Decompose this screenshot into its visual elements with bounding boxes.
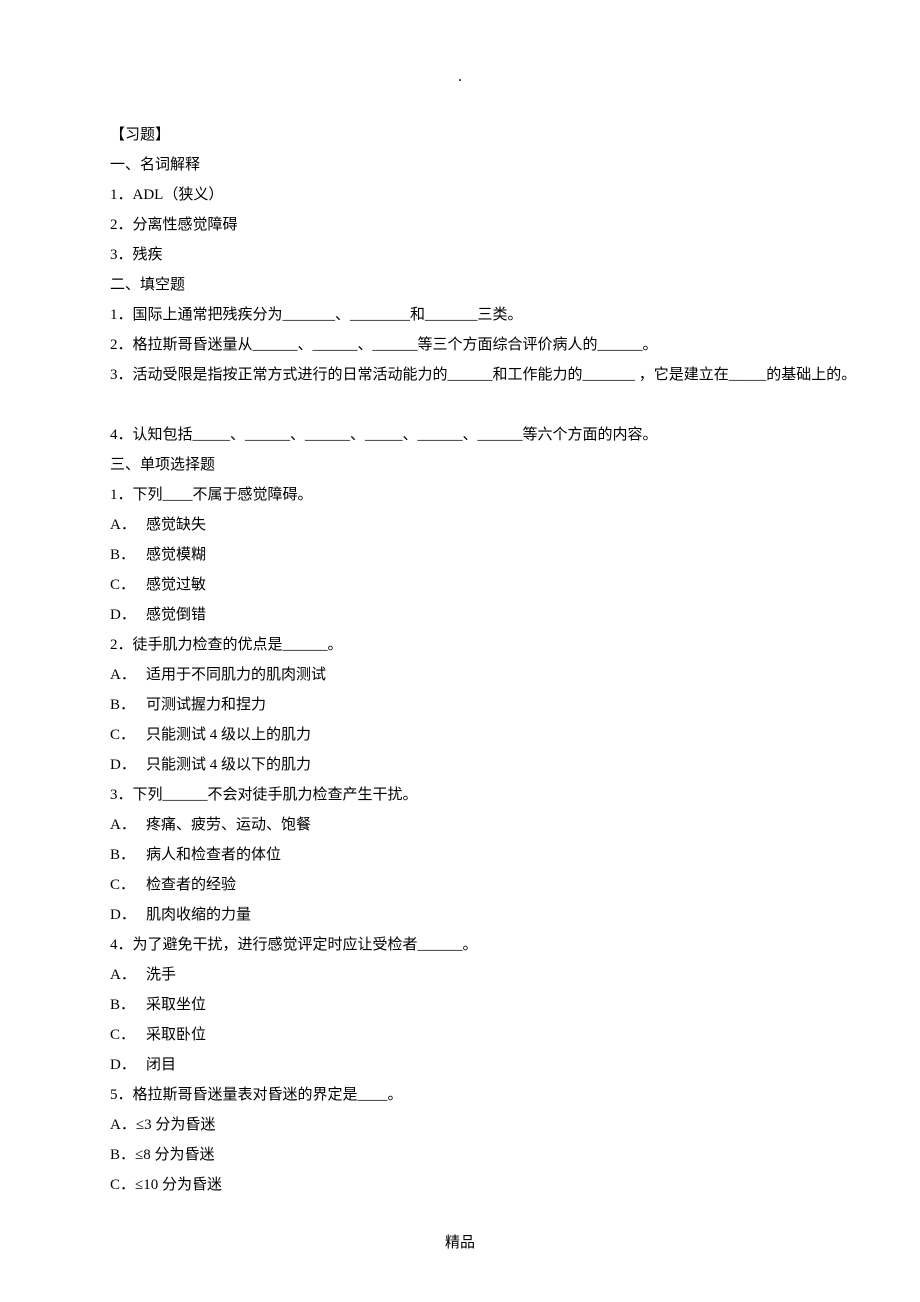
option-text: 闭目	[146, 1057, 176, 1073]
s3-q3-A: A． 疼痛、疲劳、运动、饱餐	[110, 810, 810, 840]
page-header-dot: .	[458, 68, 462, 86]
s3-q4-B: B． 采取坐位	[110, 990, 810, 1020]
s3-q3-B: B． 病人和检查者的体位	[110, 840, 810, 870]
option-text: 疼痛、疲劳、运动、饱餐	[146, 817, 311, 833]
s3-q1-D: D． 感觉倒错	[110, 600, 810, 630]
option-text: 感觉过敏	[146, 577, 206, 593]
option-letter: A．	[110, 960, 138, 990]
s3-q5-C: C．≤10 分为昏迷	[110, 1170, 810, 1200]
s3-q1-B: B． 感觉模糊	[110, 540, 810, 570]
section-1-title: 一、名词解释	[110, 150, 810, 180]
option-letter: C．	[110, 720, 138, 750]
s2-q1: 1．国际上通常把残疾分为_______、________和_______三类。	[110, 300, 810, 330]
s1-q1: 1．ADL（狭义）	[110, 180, 810, 210]
s3-q2: 2．徒手肌力检查的优点是______。	[110, 630, 810, 660]
option-letter: D．	[110, 600, 138, 630]
section-3-title: 三、单项选择题	[110, 450, 810, 480]
option-letter: C．	[110, 570, 138, 600]
option-letter: B．	[110, 540, 138, 570]
s3-q3-D: D． 肌肉收缩的力量	[110, 900, 810, 930]
option-letter: D．	[110, 1050, 138, 1080]
s3-q4-D: D． 闭目	[110, 1050, 810, 1080]
page-container: 【习题】 一、名词解释 1．ADL（狭义） 2．分离性感觉障碍 3．残疾 二、填…	[0, 0, 920, 1240]
s3-q1-C: C． 感觉过敏	[110, 570, 810, 600]
option-text: 只能测试 4 级以上的肌力	[146, 727, 311, 743]
option-text: 洗手	[146, 967, 176, 983]
s3-q5-B: B．≤8 分为昏迷	[110, 1140, 810, 1170]
s3-q1: 1．下列____不属于感觉障碍。	[110, 480, 810, 510]
s2-q2: 2．格拉斯哥昏迷量从______、______、______等三个方面综合评价病…	[110, 330, 810, 360]
s3-q3: 3．下列______不会对徒手肌力检查产生干扰。	[110, 780, 810, 810]
s3-q4-C: C． 采取卧位	[110, 1020, 810, 1050]
s3-q2-A: A． 适用于不同肌力的肌肉测试	[110, 660, 810, 690]
page-footer: 精品	[445, 1231, 475, 1252]
option-text: 感觉缺失	[146, 517, 206, 533]
option-text: 感觉倒错	[146, 607, 206, 623]
s3-q5: 5．格拉斯哥昏迷量表对昏迷的界定是____。	[110, 1080, 810, 1110]
option-text: 可测试握力和捏力	[146, 697, 266, 713]
option-text: 适用于不同肌力的肌肉测试	[146, 667, 326, 683]
s3-q1-A: A． 感觉缺失	[110, 510, 810, 540]
option-text: 病人和检查者的体位	[146, 847, 281, 863]
option-letter: B．	[110, 840, 138, 870]
s3-q2-D: D． 只能测试 4 级以下的肌力	[110, 750, 810, 780]
s3-q4: 4．为了避免干扰，进行感觉评定时应让受检者______。	[110, 930, 810, 960]
option-letter: A．	[110, 810, 138, 840]
s3-q2-C: C． 只能测试 4 级以上的肌力	[110, 720, 810, 750]
exercises-title: 【习题】	[110, 120, 810, 150]
option-letter: C．	[110, 870, 138, 900]
s1-q3: 3．残疾	[110, 240, 810, 270]
option-letter: D．	[110, 750, 138, 780]
option-text: 感觉模糊	[146, 547, 206, 563]
option-letter: D．	[110, 900, 138, 930]
s3-q2-B: B． 可测试握力和捏力	[110, 690, 810, 720]
s3-q4-A: A． 洗手	[110, 960, 810, 990]
option-letter: B．	[110, 990, 138, 1020]
option-letter: A．	[110, 660, 138, 690]
section-2-title: 二、填空题	[110, 270, 810, 300]
option-text: 只能测试 4 级以下的肌力	[146, 757, 311, 773]
option-letter: C．	[110, 1020, 138, 1050]
option-text: 检查者的经验	[146, 877, 236, 893]
option-letter: A．	[110, 510, 138, 540]
s3-q3-C: C． 检查者的经验	[110, 870, 810, 900]
option-text: 采取卧位	[146, 1027, 206, 1043]
option-text: 肌肉收缩的力量	[146, 907, 251, 923]
s3-q5-A: A．≤3 分为昏迷	[110, 1110, 810, 1140]
s1-q2: 2．分离性感觉障碍	[110, 210, 810, 240]
option-letter: B．	[110, 690, 138, 720]
s2-q3: 3．活动受限是指按正常方式进行的日常活动能力的______和工作能力的_____…	[110, 360, 810, 390]
s2-q4: 4．认知包括_____、______、______、_____、______、_…	[110, 420, 810, 450]
option-text: 采取坐位	[146, 997, 206, 1013]
